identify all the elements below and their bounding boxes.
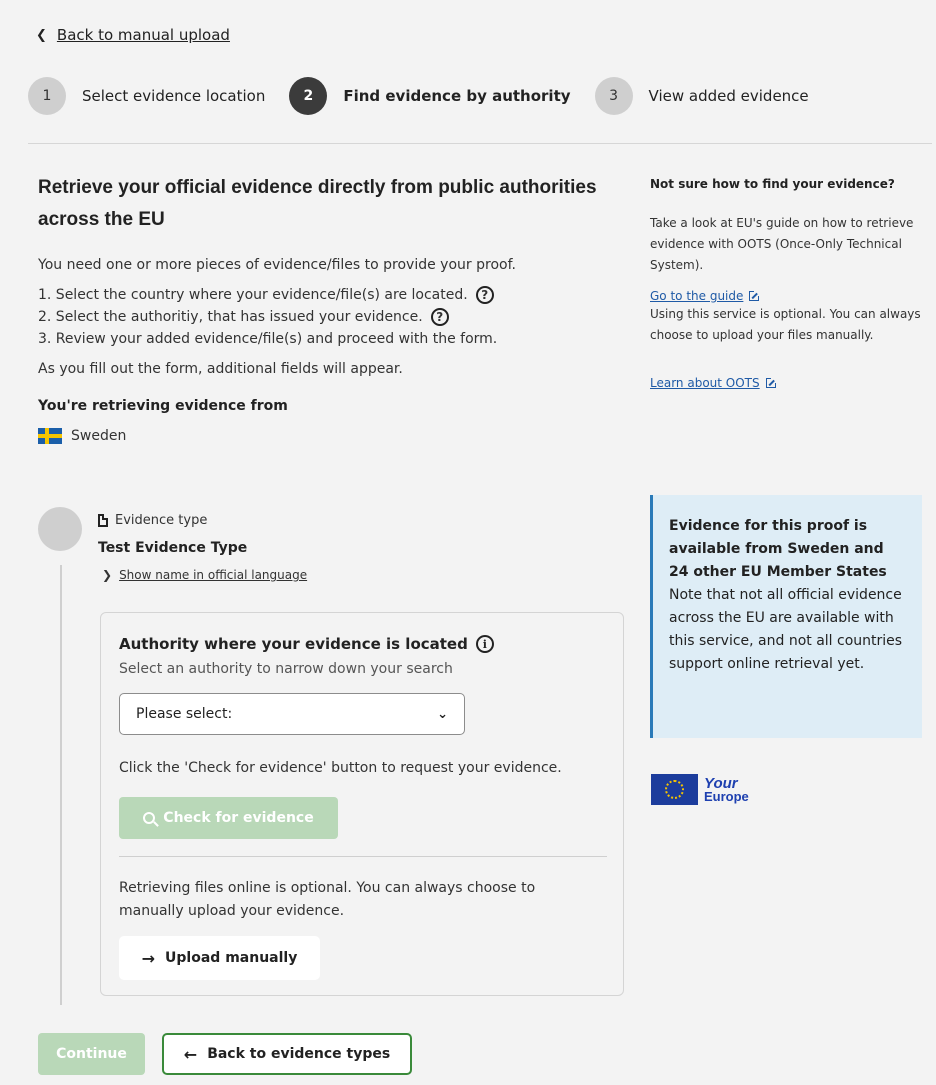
instruction-item: 1. Select the country where your evidenc… — [38, 284, 618, 306]
retrieving-heading: You're retrieving evidence from — [38, 398, 288, 414]
fill-note: As you fill out the form, additional fie… — [38, 361, 403, 377]
check-instructions: Click the 'Check for evidence' button to… — [119, 760, 562, 776]
instruction-list: 1. Select the country where your evidenc… — [38, 284, 618, 350]
step-select-location: 1 Select evidence location — [28, 77, 265, 115]
back-to-manual-upload-link[interactable]: ❮ Back to manual upload — [36, 26, 230, 44]
step-label: Find evidence by authority — [343, 87, 571, 105]
progress-stepper: 1 Select evidence location 2 Find eviden… — [28, 77, 833, 115]
step-find-by-authority: 2 Find evidence by authority — [289, 77, 571, 115]
evidence-type-label: Evidence type — [98, 513, 207, 528]
authority-panel: Authority where your evidence is located… — [100, 612, 624, 996]
select-value: Please select: — [136, 706, 233, 722]
chevron-down-icon: ⌄ — [437, 706, 448, 722]
authority-select[interactable]: Please select: ⌄ — [119, 693, 465, 735]
country-name: Sweden — [71, 428, 127, 444]
optional-service-text: Using this service is optional. You can … — [650, 307, 921, 342]
chevron-left-icon: ❮ — [36, 27, 47, 43]
evidence-status-circle — [38, 507, 82, 551]
back-to-evidence-types-button[interactable]: ← Back to evidence types — [162, 1033, 412, 1075]
availability-info-box: Evidence for this proof is available fro… — [650, 495, 922, 738]
arrow-right-icon: → — [141, 948, 156, 968]
sidebar-heading: Not sure how to find your evidence? — [650, 177, 895, 191]
authority-title: Authority where your evidence is located… — [119, 635, 494, 653]
upload-manually-button[interactable]: → Upload manually — [119, 936, 320, 980]
page-title: Retrieve your official evidence directly… — [38, 177, 597, 230]
step-number: 2 — [289, 77, 328, 115]
show-official-name-toggle[interactable]: ❯ Show name in official language — [102, 568, 307, 582]
check-for-evidence-button[interactable]: Check for evidence — [119, 797, 338, 839]
arrow-left-icon: ← — [183, 1044, 198, 1064]
instruction-item: 3. Review your added evidence/file(s) an… — [38, 331, 498, 347]
authority-subtitle: Select an authority to narrow down your … — [119, 661, 453, 677]
optional-note: Retrieving files online is optional. You… — [119, 880, 536, 919]
availability-headline: Evidence for this proof is available fro… — [669, 518, 887, 580]
guide-text: Take a look at EU's guide on how to retr… — [650, 216, 914, 272]
step-label: View added evidence — [648, 87, 809, 105]
evidence-timeline-line — [60, 565, 62, 1005]
selected-country: Sweden — [38, 428, 618, 444]
step-number: 1 — [28, 77, 66, 115]
continue-button[interactable]: Continue — [38, 1033, 145, 1075]
availability-note: Note that not all official evidence acro… — [669, 587, 903, 672]
eu-flag-icon — [651, 774, 698, 805]
instruction-item: 2. Select the authoritiy, that has issue… — [38, 306, 618, 328]
back-link-label: Back to manual upload — [56, 26, 230, 44]
external-link-icon — [765, 378, 776, 388]
learn-about-oots-link[interactable]: Learn about OOTS — [650, 376, 776, 390]
external-link-icon — [749, 291, 760, 301]
step-label: Select evidence location — [82, 87, 266, 105]
panel-divider — [119, 856, 607, 857]
evidence-type-name: Test Evidence Type — [98, 540, 248, 556]
intro-text: You need one or more pieces of evidence/… — [38, 257, 516, 273]
header-divider — [28, 143, 932, 144]
sweden-flag-icon — [38, 428, 62, 444]
step-number: 3 — [594, 77, 633, 115]
logo-line-2: Europe — [704, 788, 749, 804]
help-sidebar: Not sure how to find your evidence? Take… — [650, 177, 922, 391]
your-europe-logo: Your Europe — [651, 774, 749, 805]
main-content: Retrieve your official evidence directly… — [38, 172, 618, 444]
search-icon — [143, 812, 156, 824]
help-icon[interactable]: ? — [475, 286, 494, 304]
step-view-added: 3 View added evidence — [594, 77, 809, 115]
help-icon[interactable]: ? — [430, 308, 449, 326]
logo-line-1: Your — [704, 774, 738, 792]
go-to-guide-link[interactable]: Go to the guide — [650, 289, 760, 303]
chevron-down-icon: ❯ — [102, 568, 113, 582]
info-icon[interactable]: i — [475, 635, 494, 653]
document-icon — [98, 514, 108, 527]
